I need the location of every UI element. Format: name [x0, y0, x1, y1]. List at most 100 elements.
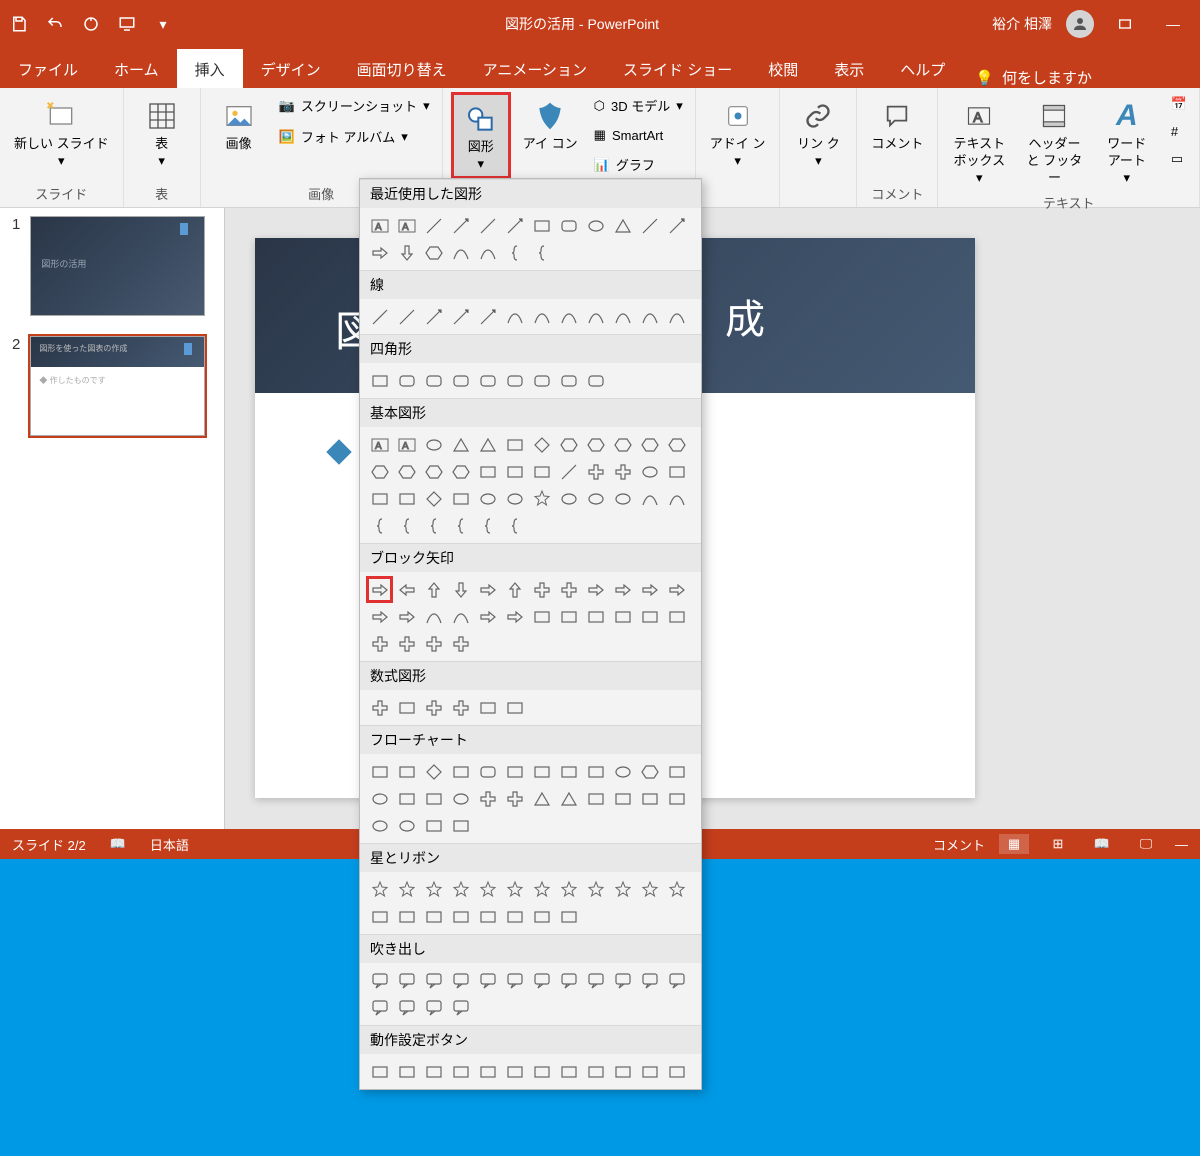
shape-item[interactable]: [474, 876, 501, 903]
tab-file[interactable]: ファイル: [0, 49, 96, 88]
shape-item[interactable]: [501, 512, 528, 539]
shape-item[interactable]: [474, 603, 501, 630]
shape-item[interactable]: [474, 1058, 501, 1085]
shape-item[interactable]: [420, 903, 447, 930]
redo-icon[interactable]: [82, 15, 100, 33]
shape-item[interactable]: [447, 630, 474, 657]
shape-item[interactable]: [609, 603, 636, 630]
tab-insert[interactable]: 挿入: [177, 49, 243, 88]
shape-item[interactable]: [528, 458, 555, 485]
shape-item[interactable]: [366, 239, 393, 266]
shape-item[interactable]: [609, 967, 636, 994]
shape-item[interactable]: [393, 1058, 420, 1085]
shape-item[interactable]: [420, 367, 447, 394]
shape-item[interactable]: [636, 303, 663, 330]
customize-qat-icon[interactable]: ▾: [154, 15, 172, 33]
shape-item[interactable]: [447, 876, 474, 903]
shape-item[interactable]: [528, 239, 555, 266]
shape-item[interactable]: [447, 303, 474, 330]
shape-item[interactable]: [663, 603, 690, 630]
shape-item[interactable]: [393, 630, 420, 657]
shape-item[interactable]: [447, 576, 474, 603]
shape-item[interactable]: [555, 367, 582, 394]
shape-item[interactable]: [366, 758, 393, 785]
shape-item[interactable]: [663, 212, 690, 239]
shape-item[interactable]: [555, 485, 582, 512]
shape-item[interactable]: [609, 758, 636, 785]
shape-item[interactable]: [555, 758, 582, 785]
shape-item[interactable]: A: [366, 212, 393, 239]
shape-item[interactable]: [663, 967, 690, 994]
shape-item[interactable]: [420, 458, 447, 485]
shape-item[interactable]: [447, 212, 474, 239]
shape-item[interactable]: [501, 1058, 528, 1085]
shape-item[interactable]: [393, 967, 420, 994]
shape-item[interactable]: [501, 431, 528, 458]
shape-item[interactable]: [393, 785, 420, 812]
shape-item[interactable]: [420, 812, 447, 839]
shape-item[interactable]: [582, 603, 609, 630]
shape-item[interactable]: [636, 458, 663, 485]
shape-item[interactable]: [366, 485, 393, 512]
shape-item[interactable]: [636, 603, 663, 630]
shape-item[interactable]: [366, 603, 393, 630]
shape-item[interactable]: [366, 994, 393, 1021]
shape-item[interactable]: [393, 512, 420, 539]
shape-item[interactable]: [447, 967, 474, 994]
shape-item[interactable]: [663, 458, 690, 485]
shape-item[interactable]: [474, 431, 501, 458]
language-indicator[interactable]: 日本語: [150, 835, 189, 854]
reading-view-icon[interactable]: 📖: [1087, 834, 1117, 854]
shape-item[interactable]: [447, 1058, 474, 1085]
shape-item[interactable]: [528, 785, 555, 812]
shape-item[interactable]: [474, 694, 501, 721]
shape-item[interactable]: [393, 367, 420, 394]
shape-item[interactable]: [393, 758, 420, 785]
shape-item[interactable]: [393, 812, 420, 839]
shape-item[interactable]: [636, 876, 663, 903]
shape-item[interactable]: [501, 458, 528, 485]
images-button[interactable]: 画像: [209, 92, 269, 157]
comment-button[interactable]: コメント: [865, 92, 929, 157]
shape-item[interactable]: [528, 367, 555, 394]
3d-models-button[interactable]: ⬡3D モデル▾: [590, 92, 687, 119]
shape-item[interactable]: [501, 876, 528, 903]
user-avatar-icon[interactable]: [1066, 10, 1094, 38]
shape-item[interactable]: [447, 785, 474, 812]
link-button[interactable]: リン ク ▾: [788, 92, 848, 173]
minimize-icon[interactable]: —: [1156, 10, 1190, 38]
tab-design[interactable]: デザイン: [243, 49, 339, 88]
shape-item[interactable]: [609, 785, 636, 812]
shape-item[interactable]: [528, 1058, 555, 1085]
shape-item[interactable]: [420, 876, 447, 903]
shape-item[interactable]: [582, 576, 609, 603]
shape-item[interactable]: [636, 212, 663, 239]
shape-item[interactable]: [582, 785, 609, 812]
shape-item[interactable]: [609, 876, 636, 903]
shape-item[interactable]: [366, 903, 393, 930]
tab-view[interactable]: 表示: [816, 49, 882, 88]
addins-button[interactable]: アドイ ン ▾: [704, 92, 772, 173]
slideshow-view-icon[interactable]: 🖵: [1131, 834, 1161, 854]
chart-button[interactable]: 📊グラフ: [590, 151, 687, 178]
shape-item[interactable]: [420, 212, 447, 239]
shape-item[interactable]: [555, 967, 582, 994]
tab-review[interactable]: 校閲: [750, 49, 816, 88]
shape-item[interactable]: [474, 903, 501, 930]
shape-item[interactable]: [474, 758, 501, 785]
shape-item[interactable]: [609, 1058, 636, 1085]
shape-item[interactable]: [447, 512, 474, 539]
header-footer-button[interactable]: ヘッダーと フッター: [1018, 92, 1091, 191]
shape-item[interactable]: [663, 431, 690, 458]
shape-item[interactable]: [366, 694, 393, 721]
shape-item[interactable]: [528, 212, 555, 239]
shape-item[interactable]: [582, 303, 609, 330]
photo-album-button[interactable]: 🖼️ フォト アルバム▾: [275, 123, 434, 150]
save-icon[interactable]: [10, 15, 28, 33]
tab-transitions[interactable]: 画面切り替え: [339, 49, 465, 88]
shape-item[interactable]: [636, 967, 663, 994]
shape-item[interactable]: [501, 694, 528, 721]
shape-item[interactable]: A: [393, 212, 420, 239]
slide-number-button[interactable]: #: [1167, 120, 1191, 143]
slide-thumbnail-1[interactable]: 図形の活用: [30, 216, 205, 316]
